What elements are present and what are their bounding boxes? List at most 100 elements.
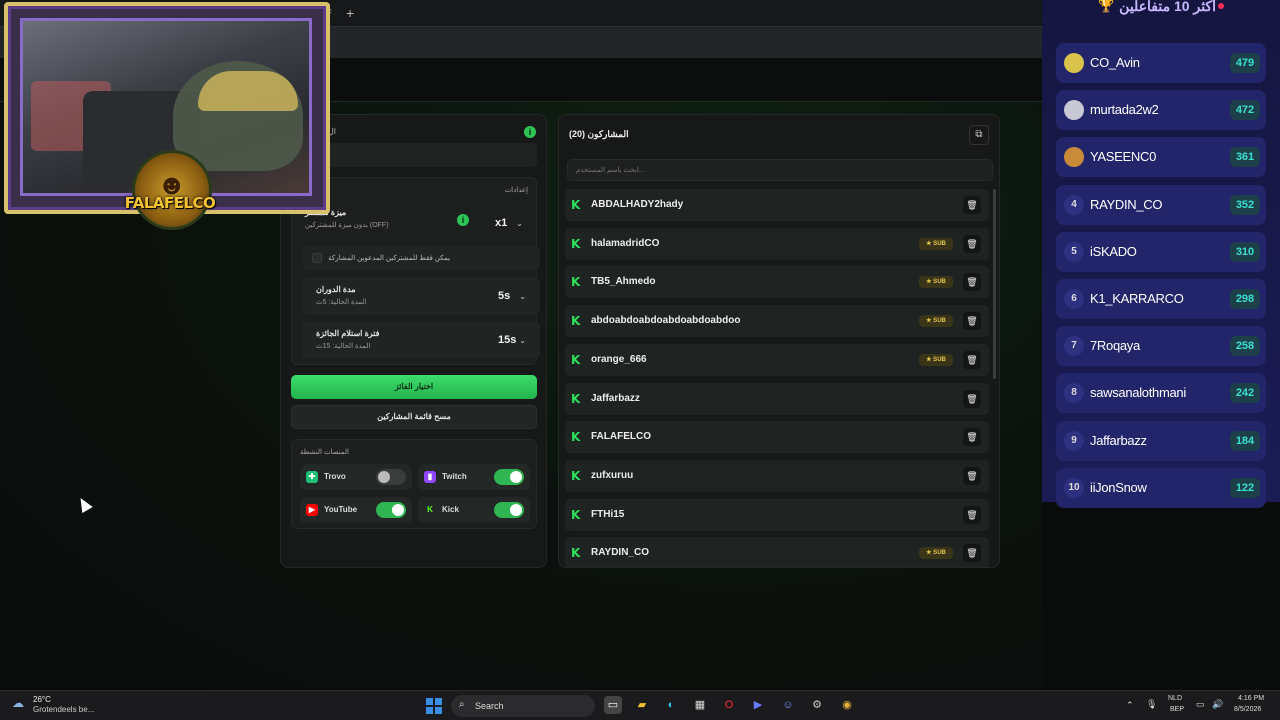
participant-row: K TB5_Ahmedo ★ SUB 🗑: [565, 266, 989, 299]
participant-name: halamadridCO: [591, 237, 660, 249]
participant-name: Jaffarbazz: [591, 392, 640, 404]
pick-winner-button[interactable]: اختيار الفائز: [291, 375, 537, 399]
participants-title: المشاركون (20): [569, 129, 629, 139]
settings-icon[interactable]: ⚙: [808, 696, 826, 714]
clear-participants-button[interactable]: مسح قائمة المشاركين: [291, 405, 537, 429]
platform-twitch: ▮ Twitch: [418, 464, 530, 490]
participants-panel: المشاركون (20) ⧉ ابحث باسم المستخدم... K…: [558, 114, 1000, 568]
leaderboard-row: murtada2w2 472: [1056, 90, 1266, 131]
leaderboard-row: 8 sawsanalothmani 242: [1056, 373, 1266, 414]
start-button[interactable]: [426, 698, 442, 714]
delete-icon[interactable]: 🗑: [963, 428, 981, 447]
scrollbar[interactable]: [993, 189, 996, 379]
kick-toggle[interactable]: [494, 502, 524, 518]
kick-icon: K: [571, 198, 581, 212]
participant-row: K ABDALHADY2hady 🗑: [565, 189, 989, 221]
volume-icon[interactable]: 🔊: [1212, 699, 1223, 710]
leaderboard-score: 310: [1230, 241, 1260, 262]
participant-row: K Jaffarbazz 🗑: [565, 382, 989, 415]
participant-name: RAYDIN_CO: [591, 547, 649, 559]
youtube-toggle[interactable]: [376, 502, 406, 518]
twitch-icon: ▮: [424, 471, 436, 483]
discord-icon[interactable]: ☺: [779, 696, 797, 714]
multiplier-info-icon[interactable]: i: [457, 214, 469, 226]
delete-icon[interactable]: 🗑: [963, 544, 981, 563]
participant-row: KhalamadridCO ★ SUB 🗑: [565, 227, 989, 260]
info-icon[interactable]: i: [524, 126, 536, 138]
file-explorer-icon[interactable]: ▰: [633, 696, 651, 714]
delete-icon[interactable]: 🗑: [963, 196, 981, 214]
copy-icon[interactable]: ⧉: [969, 125, 989, 145]
trovo-toggle[interactable]: [376, 469, 406, 485]
leaderboard-name: 7Roqaya: [1090, 338, 1140, 354]
multiplier-value: x1: [495, 217, 508, 229]
language-sub: BEP: [1170, 706, 1185, 713]
spin-duration-value: 5s: [498, 290, 511, 302]
edge-icon[interactable]: ◐: [662, 696, 680, 714]
tray-chevron-up-icon[interactable]: ⌃: [1126, 700, 1134, 711]
leaderboard-score: 479: [1230, 53, 1260, 73]
kick-icon: K: [571, 507, 581, 522]
leaderboard-rank: 6: [1064, 289, 1084, 309]
claim-period-row: فترة استلام الجائزة المدة الحالية: 15ث 1…: [302, 321, 540, 359]
task-view-icon[interactable]: ▭: [604, 696, 622, 714]
leaderboard-score: 258: [1230, 336, 1260, 357]
delete-icon[interactable]: 🗑: [963, 234, 981, 253]
network-icon[interactable]: ▭: [1196, 699, 1205, 710]
participant-name: ABDALHADY2hady: [591, 199, 684, 210]
delete-icon[interactable]: 🗑: [963, 466, 981, 485]
delete-icon[interactable]: 🗑: [963, 350, 981, 369]
kick-icon: K: [571, 314, 581, 329]
language-indicator[interactable]: NLD: [1168, 695, 1182, 702]
leaderboard-title: أكثر 10 متفاعلين: [1119, 0, 1216, 14]
opera-icon[interactable]: O: [720, 696, 738, 714]
platform-youtube: ▶ YouTube: [300, 497, 412, 523]
chevron-down-icon: ⌄: [516, 218, 523, 228]
store-icon[interactable]: ▦: [691, 696, 709, 714]
leaderboard-row: 7 7Roqaya 258: [1056, 326, 1266, 367]
weather-icon[interactable]: ☁: [12, 696, 24, 710]
kick-icon: K: [427, 505, 433, 514]
search-icon: ⌕: [459, 699, 465, 710]
app-icon[interactable]: ▶: [749, 696, 767, 714]
leaderboard-row: 4 RAYDIN_CO 352: [1056, 184, 1266, 225]
leaderboard-score: 472: [1230, 100, 1260, 121]
live-dot-icon: [1218, 3, 1224, 9]
leaderboard-name: iiJonSnow: [1090, 479, 1147, 495]
participant-name: TB5_Ahmedo: [591, 276, 656, 288]
new-tab-button[interactable]: +: [346, 5, 354, 21]
claim-period-select[interactable]: 15s ⌄: [488, 329, 532, 351]
leaderboard-row: 6 K1_KARRARCO 298: [1056, 279, 1266, 319]
medal-icon: [1064, 53, 1084, 73]
twitch-toggle[interactable]: [494, 469, 524, 485]
multiplier-select[interactable]: x1 ⌄: [485, 212, 529, 234]
leaderboard-score: 242: [1230, 383, 1260, 404]
subs-only-checkbox[interactable]: [312, 253, 322, 263]
delete-icon[interactable]: 🗑: [963, 312, 981, 331]
delete-icon[interactable]: 🗑: [963, 505, 981, 524]
participant-row: Kabdoabdoabdoabdoabdoabdoo ★ SUB 🗑: [565, 305, 989, 338]
leaderboard-name: iSKADO: [1090, 243, 1137, 259]
microphone-icon[interactable]: 🎙: [1146, 699, 1157, 710]
spin-duration-title: مدة الدوران: [316, 285, 356, 294]
platform-name: Twitch: [442, 472, 467, 481]
leaderboard-row: 9 Jaffarbazz 184: [1056, 420, 1266, 461]
chrome-icon[interactable]: ◉: [838, 696, 856, 714]
leaderboard-name: YASEENC0: [1090, 149, 1156, 165]
leaderboard: 🏆 أكثر 10 متفاعلين CO_Avin 479 murtada2w2 4…: [1042, 0, 1280, 508]
participant-name: orange_666: [591, 353, 647, 365]
youtube-icon: ▶: [306, 504, 318, 516]
clock-date[interactable]: 8/5/2026: [1234, 706, 1261, 713]
taskbar-search[interactable]: ⌕ Search: [451, 695, 595, 717]
participant-search-input[interactable]: ابحث باسم المستخدم...: [567, 159, 993, 181]
spin-duration-select[interactable]: 5s ⌄: [488, 285, 532, 307]
streamer-logo-text: FALAFELCO: [124, 194, 216, 212]
subs-only-row[interactable]: يمكن فقط للمشتركين المدعوين المشاركة: [302, 246, 540, 270]
participant-row: K RAYDIN_CO ★ SUB 🗑: [565, 537, 989, 567]
delete-icon[interactable]: 🗑: [963, 389, 981, 408]
kick-icon: K: [571, 468, 581, 483]
kick-icon: K: [571, 275, 581, 290]
delete-icon[interactable]: 🗑: [963, 273, 981, 292]
kick-icon: K: [571, 391, 581, 406]
clock-time[interactable]: 4:16 PM: [1238, 695, 1264, 702]
